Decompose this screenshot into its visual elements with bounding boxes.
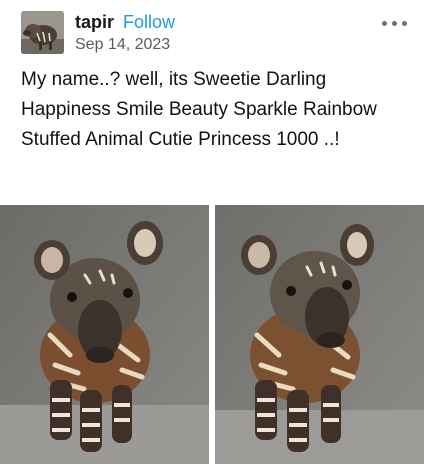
- baby-tapir-photo-right[interactable]: [215, 205, 424, 464]
- name-row: tapir Follow: [75, 11, 175, 33]
- post-date: Sep 14, 2023: [75, 36, 171, 53]
- avatar[interactable]: [21, 11, 64, 54]
- post-header: tapir Follow Sep 14, 2023: [21, 10, 416, 56]
- username[interactable]: tapir: [75, 12, 114, 32]
- follow-button[interactable]: Follow: [123, 12, 175, 32]
- photo-grid: [0, 205, 424, 471]
- baby-tapir-photo-left[interactable]: [0, 205, 209, 464]
- post-body-text: My name..? well, its Sweetie Darling Hap…: [21, 69, 377, 150]
- more-options-icon[interactable]: [382, 18, 408, 28]
